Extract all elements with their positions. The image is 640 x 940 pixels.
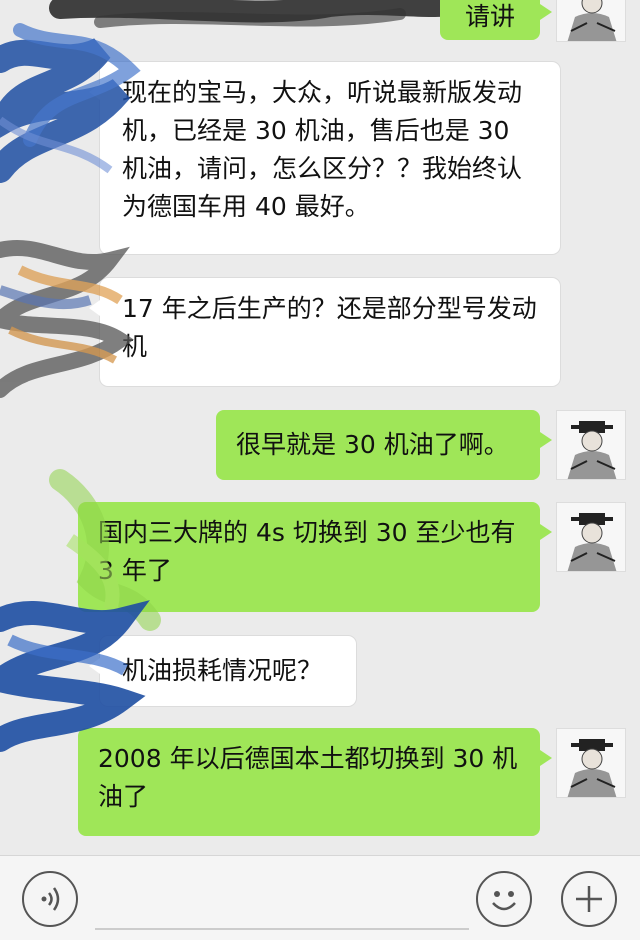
- message-bubble-outgoing[interactable]: 很早就是 30 机油了啊。: [216, 410, 552, 480]
- message-bubble-outgoing[interactable]: 2008 年以后德国本土都切换到 30 机油了: [78, 728, 552, 836]
- portrait-avatar-icon: [557, 503, 625, 571]
- plus-button[interactable]: [561, 871, 617, 927]
- portrait-avatar-icon: [557, 411, 625, 479]
- portrait-avatar-icon: [557, 729, 625, 797]
- avatar[interactable]: [556, 410, 626, 480]
- portrait-avatar-icon: [557, 0, 625, 41]
- message-bubble-incoming[interactable]: 机油损耗情况呢？: [89, 636, 356, 706]
- avatar[interactable]: [556, 0, 626, 42]
- message-input[interactable]: [95, 872, 469, 930]
- plus-icon: [576, 886, 602, 912]
- message-bubble-outgoing[interactable]: 国内三大牌的 4s 切换到 30 至少也有 3 年了: [78, 502, 552, 612]
- avatar[interactable]: [556, 502, 626, 572]
- input-bar: [0, 855, 640, 940]
- avatar[interactable]: [556, 728, 626, 798]
- voice-icon: [41, 887, 60, 911]
- message-bubble-incoming[interactable]: 17 年之后生产的？还是部分型号发动机: [89, 278, 560, 386]
- message-bubble-outgoing[interactable]: 请讲: [440, 0, 552, 40]
- chat-area[interactable]: 请讲 现在的宝马，大众，听说最新版发动机，已经是 30 机油，售后也是 30 机…: [0, 0, 640, 855]
- voice-button[interactable]: [22, 871, 78, 927]
- emoji-icon: [492, 891, 516, 911]
- emoji-button[interactable]: [476, 871, 532, 927]
- message-bubble-incoming[interactable]: 现在的宝马，大众，听说最新版发动机，已经是 30 机油，售后也是 30 机油，请…: [89, 62, 560, 254]
